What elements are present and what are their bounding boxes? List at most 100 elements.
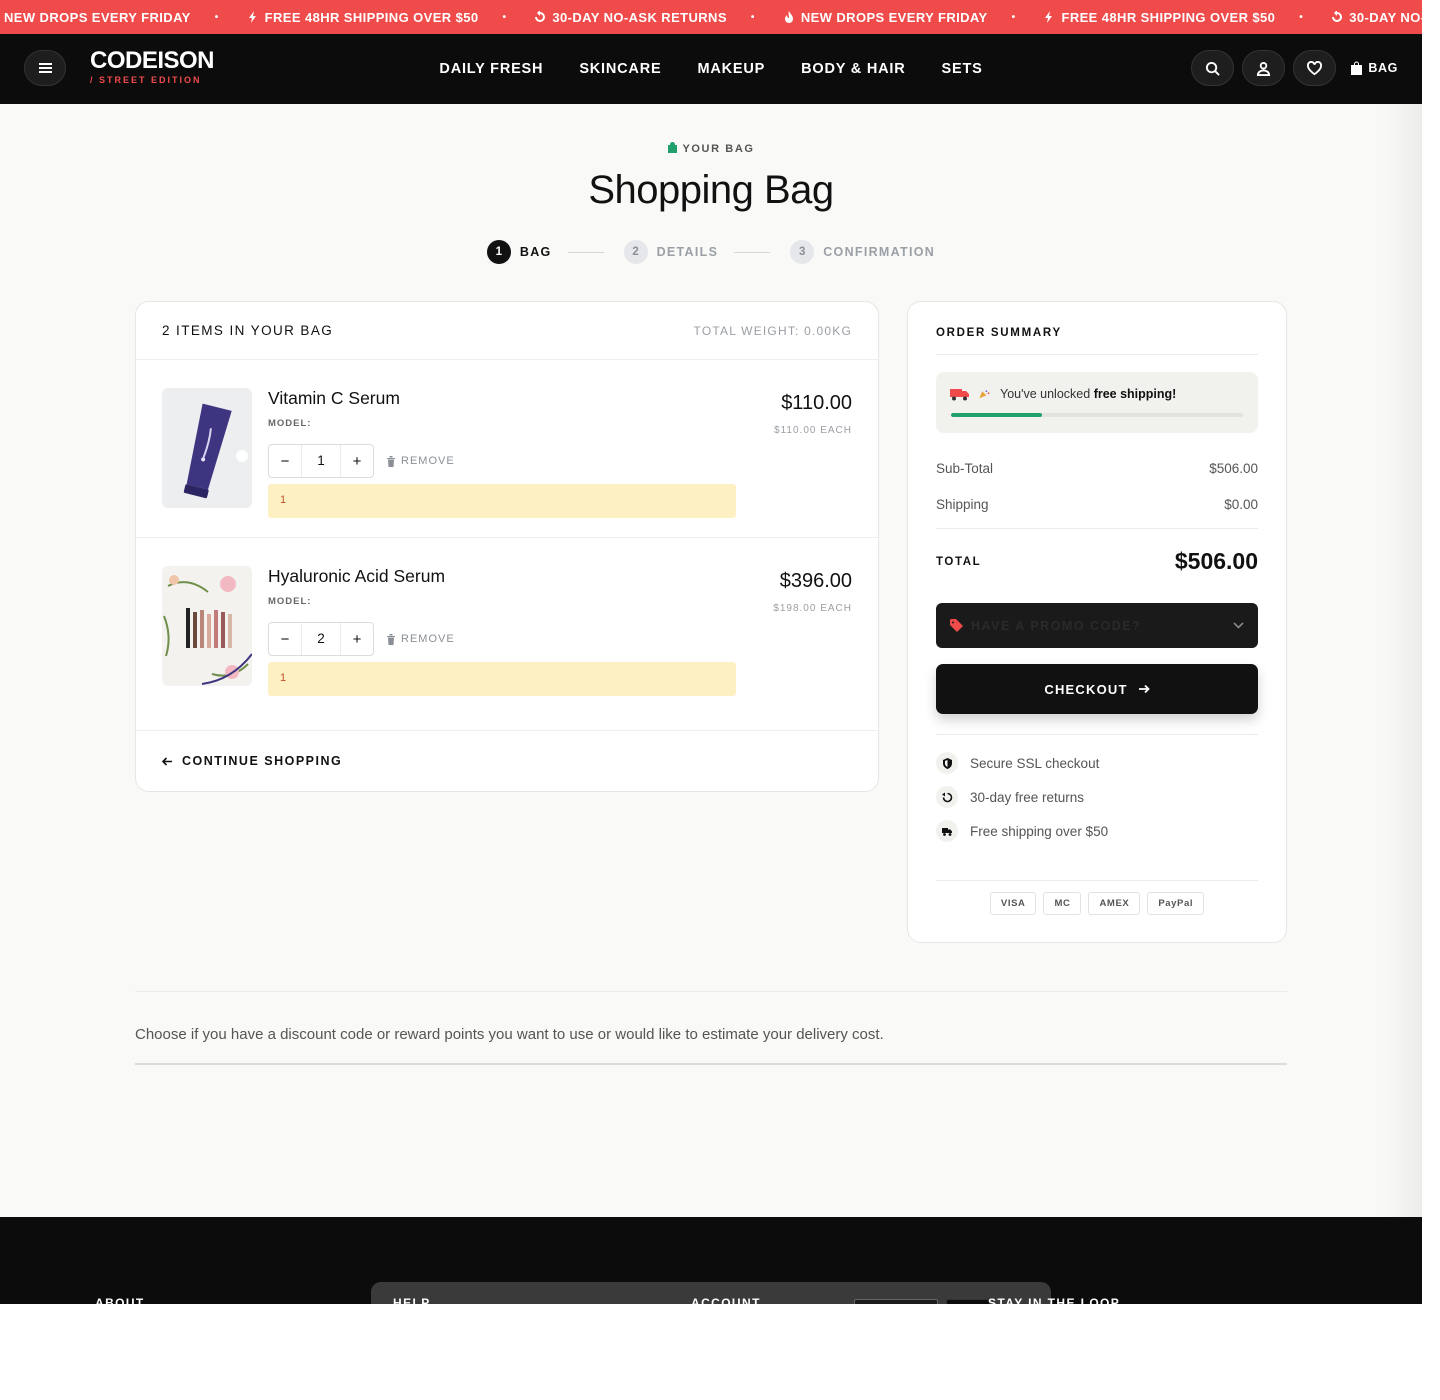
return-icon [535, 11, 546, 22]
user-icon [1257, 61, 1271, 76]
product-model: MODEL: [268, 596, 312, 607]
subtotal-label: Sub-Total [936, 461, 994, 476]
page: NEW DROPS EVERY FRIDAY • FREE 48HR SHIPP… [0, 0, 1422, 1304]
cart-item: Hyaluronic Acid Serum MODEL: − 2 + REMOV… [136, 538, 878, 732]
bolt-icon [1045, 11, 1053, 23]
free-shipping-banner: You've unlocked free shipping! [936, 372, 1258, 433]
ticker-item: FREE 48HR SHIPPING OVER $50 [1039, 10, 1275, 25]
payment-methods: VISA MC AMEX PayPal [936, 892, 1258, 915]
step-number: 1 [486, 240, 511, 264]
remove-button[interactable]: REMOVE [386, 633, 455, 645]
promo-code-toggle[interactable]: HAVE A PROMO CODE? [936, 603, 1258, 648]
nav-item-makeup[interactable]: MAKEUP [697, 61, 765, 77]
account-button[interactable] [1242, 50, 1286, 86]
trash-icon [387, 633, 395, 645]
continue-shopping-link[interactable]: CONTINUE SHOPPING [136, 730, 878, 791]
order-summary-card: ORDER SUMMARY You've unlocked free shipp… [907, 301, 1287, 943]
summary-divider [936, 354, 1258, 355]
footer-heading-account: ACCOUNT [691, 1296, 761, 1304]
nav-item-skincare[interactable]: SKINCARE [579, 61, 661, 77]
summary-divider [936, 880, 1258, 881]
payment-badge-amex: AMEX [1088, 892, 1141, 915]
footer-heading-newsletter: STAY IN THE LOOP [988, 1296, 1121, 1304]
payment-badge-visa: VISA [989, 892, 1037, 915]
qty-increase-button[interactable]: + [341, 453, 373, 470]
hamburger-icon [38, 67, 52, 69]
fire-icon [784, 11, 793, 23]
payment-badge-paypal: PayPal [1147, 892, 1205, 915]
free-shipping-message: You've unlocked free shipping! [950, 387, 1176, 401]
free-shipping-progress [951, 413, 1243, 417]
section-divider [135, 991, 1287, 992]
quantity-stepper: − 2 + [268, 622, 374, 656]
product-image-hyaluronic-acid-serum[interactable] [162, 566, 252, 686]
serum-tube-illustration [162, 388, 252, 508]
search-icon [1206, 61, 1221, 76]
nav-item-daily-fresh[interactable]: DAILY FRESH [439, 61, 543, 77]
qty-decrease-button[interactable]: − [269, 631, 301, 648]
ticker-item: 30-DAY NO-A [1327, 10, 1422, 25]
step-connector [734, 251, 771, 253]
ticker-item: FREE 48HR SHIPPING OVER $50 [243, 10, 479, 25]
makeup-flatlay-illustration [162, 566, 252, 686]
trust-item: Secure SSL checkout [936, 752, 1258, 774]
summary-divider [936, 734, 1258, 735]
shipping-row: Shipping $0.00 [936, 497, 1258, 512]
product-name[interactable]: Vitamin C Serum [268, 388, 400, 409]
ticker-separator: • [1011, 11, 1016, 23]
ticker-item: 30-DAY NO-ASK RETURNS [530, 10, 727, 25]
nav-item-sets[interactable]: SETS [942, 61, 983, 77]
step-details: 2 DETAILS [623, 240, 719, 264]
truck-icon [950, 389, 969, 401]
promo-code-label: HAVE A PROMO CODE? [971, 618, 1142, 633]
total-label: TOTAL [936, 555, 982, 568]
remove-button[interactable]: REMOVE [386, 455, 455, 467]
product-name[interactable]: Hyaluronic Acid Serum [268, 566, 445, 587]
item-unit-price: $198.00 EACH [773, 603, 852, 614]
cart-item: Vitamin C Serum MODEL: − 1 + REMOVE 1 $1… [136, 360, 878, 538]
step-bag: 1 BAG [486, 240, 552, 264]
step-number: 3 [790, 240, 815, 264]
bag-icon [668, 142, 678, 153]
footer-heading-help: HELP [393, 1296, 431, 1304]
qty-input[interactable]: 1 [301, 445, 341, 477]
summary-divider [936, 528, 1258, 529]
menu-button[interactable] [24, 50, 66, 86]
order-summary-title: ORDER SUMMARY [936, 327, 1062, 339]
cart-total-weight: TOTAL WEIGHT: 0.00KG [693, 323, 852, 338]
footer-button[interactable] [946, 1299, 990, 1304]
arrow-right-icon [1138, 684, 1150, 694]
item-unit-price: $110.00 EACH [774, 425, 852, 436]
shipping-value: $0.00 [1224, 497, 1258, 512]
qty-input[interactable]: 2 [301, 623, 341, 655]
bag-label: BAG [1368, 61, 1398, 75]
nav-item-body-hair[interactable]: BODY & HAIR [801, 61, 905, 77]
bag-button[interactable]: BAG [1344, 61, 1398, 75]
product-model: MODEL: [268, 418, 312, 429]
payment-badge-mastercard: MC [1043, 892, 1082, 915]
tag-icon [950, 619, 963, 632]
ticker-separator: • [502, 11, 507, 23]
quantity-stepper: − 1 + [268, 444, 374, 478]
trust-item: 30-day free returns [936, 786, 1258, 808]
discount-intro-text: Choose if you have a discount code or re… [135, 1026, 884, 1043]
wishlist-button[interactable] [1293, 50, 1337, 86]
bolt-icon [248, 11, 256, 23]
qty-increase-button[interactable]: + [341, 631, 373, 648]
logo-tagline: / STREET EDITION [90, 75, 202, 85]
page-eyebrow: YOUR BAG [0, 142, 1422, 155]
product-image-vitamin-c-serum[interactable] [162, 388, 252, 508]
chevron-down-icon [1233, 622, 1244, 629]
total-row: TOTAL $506.00 [936, 548, 1258, 575]
logo[interactable]: CODEISON / STREET EDITION [90, 48, 215, 86]
item-total-price: $396.00 [779, 570, 852, 592]
checkout-button[interactable]: CHECKOUT [936, 664, 1258, 714]
arrow-left-icon [162, 756, 172, 766]
step-connector [567, 251, 604, 253]
party-popper-icon [979, 390, 990, 399]
qty-decrease-button[interactable]: − [269, 453, 301, 470]
footer-input[interactable] [854, 1299, 938, 1304]
trash-icon [387, 455, 395, 467]
search-button[interactable] [1191, 50, 1235, 86]
scroll-shadow [1382, 104, 1422, 1217]
